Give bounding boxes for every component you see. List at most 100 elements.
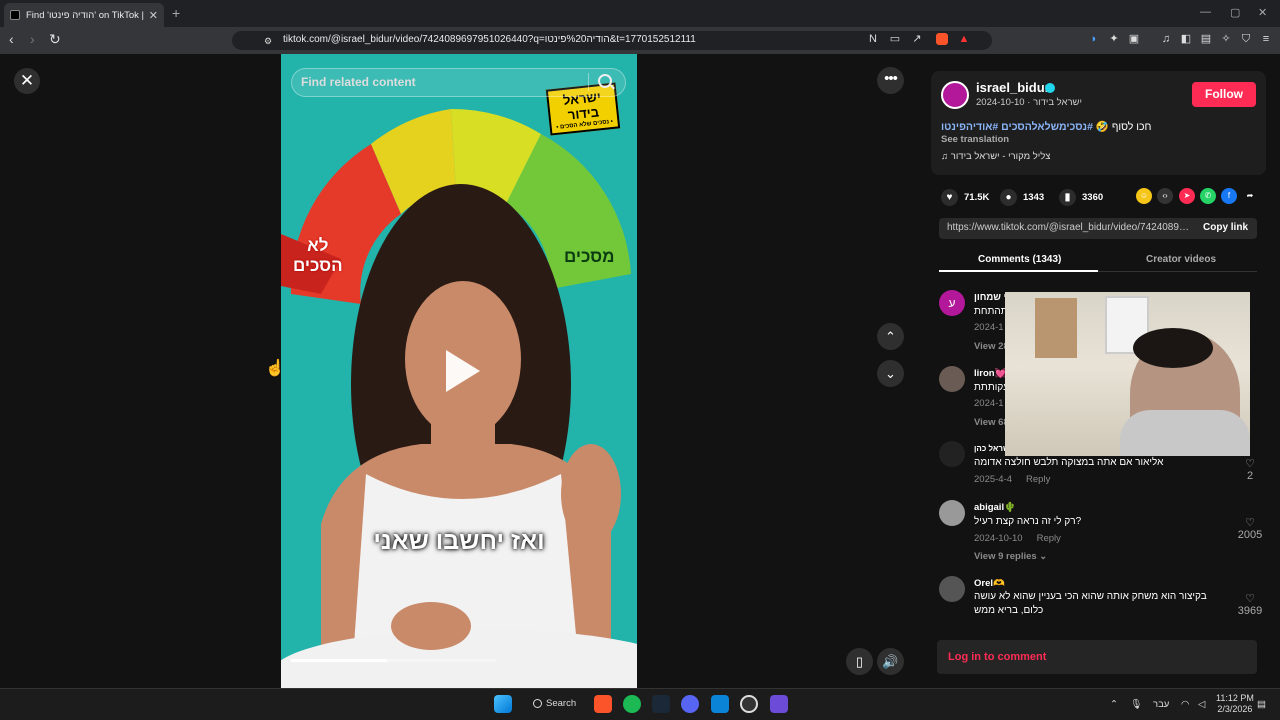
- author-username[interactable]: israel_bidur: [976, 80, 1050, 95]
- embed-icon[interactable]: ‹›: [1157, 188, 1173, 204]
- whatsapp-icon[interactable]: ✆: [1200, 188, 1216, 204]
- bookmark-save-icon[interactable]: ▮: [1059, 189, 1076, 206]
- reload-icon[interactable]: ↻: [49, 31, 61, 48]
- view-replies-link[interactable]: View 68: [974, 417, 1009, 428]
- discord-icon[interactable]: [681, 695, 699, 713]
- author-subtitle: ישראל בידור · 2024-10-10: [976, 97, 1082, 108]
- next-video-button[interactable]: ⌄: [877, 360, 904, 387]
- forward-icon[interactable]: ›: [30, 31, 35, 47]
- comment-author[interactable]: abigail🌵: [974, 502, 1016, 513]
- save-stat[interactable]: ▮ 3360: [1059, 189, 1103, 206]
- steam-icon[interactable]: [652, 695, 670, 713]
- comment-heart-icon[interactable]: ♡: [1235, 592, 1265, 605]
- spotify-icon[interactable]: [623, 695, 641, 713]
- media-icon[interactable]: ♫: [1160, 33, 1172, 45]
- view-replies-link[interactable]: View 9 replies ⌄: [974, 551, 1047, 562]
- address-url[interactable]: tiktok.com/@israel_bidur/video/742408969…: [283, 34, 696, 45]
- site-info-icon[interactable]: ⚙: [262, 35, 274, 47]
- comment-like[interactable]: ♡ 2: [1235, 457, 1265, 482]
- facebook-icon[interactable]: f: [1221, 188, 1237, 204]
- video-link[interactable]: https://www.tiktok.com/@israel_bidur/vid…: [947, 222, 1192, 233]
- photos-icon[interactable]: [711, 695, 729, 713]
- search-icon[interactable]: [598, 74, 612, 88]
- follow-button[interactable]: Follow: [1192, 82, 1256, 107]
- comment-avatar[interactable]: [939, 441, 965, 467]
- comment-author[interactable]: liron💓: [974, 368, 1006, 379]
- send-icon[interactable]: ➤: [1179, 188, 1195, 204]
- close-video-button[interactable]: ✕: [14, 68, 40, 94]
- browser-tab[interactable]: Find 'הודיה פינטו' on TikTok | Tik ✕: [4, 3, 164, 27]
- comment-avatar[interactable]: [939, 366, 965, 392]
- comment-stat[interactable]: ● 1343: [1000, 189, 1044, 206]
- notification-icon[interactable]: ▤: [1257, 699, 1266, 710]
- like-stat[interactable]: ♥ 71.5K: [941, 189, 989, 206]
- cast-icon[interactable]: ▭: [889, 33, 901, 45]
- volume-button[interactable]: 🔊: [877, 648, 904, 675]
- audio-icon[interactable]: ◗: [1088, 33, 1100, 45]
- comment-like[interactable]: ♡ 3969: [1235, 592, 1265, 617]
- window-close-icon[interactable]: ✕: [1258, 6, 1267, 19]
- obs-icon[interactable]: [740, 695, 758, 713]
- tab-creator-videos[interactable]: Creator videos: [1146, 254, 1216, 265]
- reply-link[interactable]: Reply: [1037, 533, 1061, 544]
- comment-icon[interactable]: ●: [1000, 189, 1017, 206]
- comment-avatar[interactable]: [939, 500, 965, 526]
- more-options-button[interactable]: •••: [877, 67, 904, 94]
- reply-link[interactable]: Reply: [1026, 474, 1050, 485]
- view-replies-link[interactable]: View 28: [974, 341, 1009, 352]
- brave-icon[interactable]: [594, 695, 612, 713]
- sidebar-icon[interactable]: ◧: [1180, 33, 1192, 45]
- description-hashtags[interactable]: #נסכימשלאלהסכים #אודיהפינטו: [941, 121, 1093, 133]
- copy-link-button[interactable]: Copy link: [1203, 222, 1248, 233]
- see-translation-link[interactable]: See translation: [941, 134, 1009, 145]
- rewards-icon[interactable]: ▲: [958, 33, 970, 45]
- comment-avatar[interactable]: [939, 576, 965, 602]
- speaker-icon[interactable]: ◁: [1198, 699, 1205, 710]
- leo-icon[interactable]: ✧: [1220, 33, 1232, 45]
- wifi-icon[interactable]: ◠: [1181, 699, 1189, 710]
- music-credit[interactable]: ♫ צליל מקורי - ישראל בידור: [941, 151, 1051, 162]
- extensions-icon[interactable]: ✦: [1108, 33, 1120, 45]
- brave-shield-icon[interactable]: [936, 33, 948, 45]
- taskbar-search[interactable]: Search: [522, 694, 584, 714]
- close-tab-icon[interactable]: ✕: [149, 9, 158, 22]
- like-count: 71.5K: [964, 192, 990, 203]
- input-language[interactable]: עבר: [1153, 699, 1169, 710]
- media-player-icon[interactable]: [770, 695, 788, 713]
- tab-title: Find 'הודיה פינטו' on TikTok | Tik: [26, 9, 145, 21]
- menu-icon[interactable]: ≡: [1260, 33, 1272, 45]
- translate-icon[interactable]: N: [867, 33, 879, 45]
- share-page-icon[interactable]: ↗: [911, 33, 923, 45]
- vpn-icon[interactable]: ⛉: [1240, 33, 1252, 45]
- back-icon[interactable]: ‹: [9, 31, 14, 47]
- maximize-icon[interactable]: ▢: [1230, 6, 1240, 19]
- start-icon[interactable]: [494, 695, 512, 713]
- play-icon[interactable]: [446, 350, 480, 392]
- previous-video-button[interactable]: ⌃: [877, 323, 904, 350]
- share-arrow-icon[interactable]: ➦: [1242, 188, 1258, 204]
- heart-icon[interactable]: ♥: [941, 189, 958, 206]
- comment-heart-icon[interactable]: ♡: [1235, 457, 1265, 470]
- microphone-icon[interactable]: 🎙: [1130, 699, 1142, 710]
- floating-player-button[interactable]: ▯: [846, 648, 873, 675]
- login-to-comment-link[interactable]: Log in to comment: [948, 651, 1046, 663]
- webcam-background-door: [1035, 298, 1077, 358]
- friends-share-icon[interactable]: ☺: [1136, 188, 1152, 204]
- comment-heart-icon[interactable]: ♡: [1235, 516, 1265, 529]
- avatar[interactable]: [941, 81, 969, 109]
- video-progress-bar[interactable]: [291, 659, 496, 662]
- music-title[interactable]: צליל מקורי - ישראל בידור: [951, 151, 1051, 162]
- view-replies-label[interactable]: View 9 replies: [974, 551, 1037, 562]
- tray-overflow-icon[interactable]: ⌃: [1110, 699, 1118, 710]
- minimize-icon[interactable]: —: [1200, 6, 1211, 18]
- tab-comments[interactable]: Comments (1343): [978, 254, 1061, 265]
- save-count: 3360: [1082, 192, 1104, 203]
- comment-author[interactable]: Orel🫶: [974, 578, 1005, 589]
- related-search-placeholder[interactable]: Find related content: [301, 75, 416, 89]
- comment-avatar[interactable]: ע: [939, 290, 965, 316]
- screenshot-icon[interactable]: ▣: [1128, 33, 1140, 45]
- comment-like[interactable]: ♡ 2005: [1235, 516, 1265, 541]
- system-clock[interactable]: 11:12 PM 2/3/2026: [1216, 693, 1254, 715]
- new-tab-icon[interactable]: +: [172, 5, 180, 21]
- wallet-icon[interactable]: ▤: [1200, 33, 1212, 45]
